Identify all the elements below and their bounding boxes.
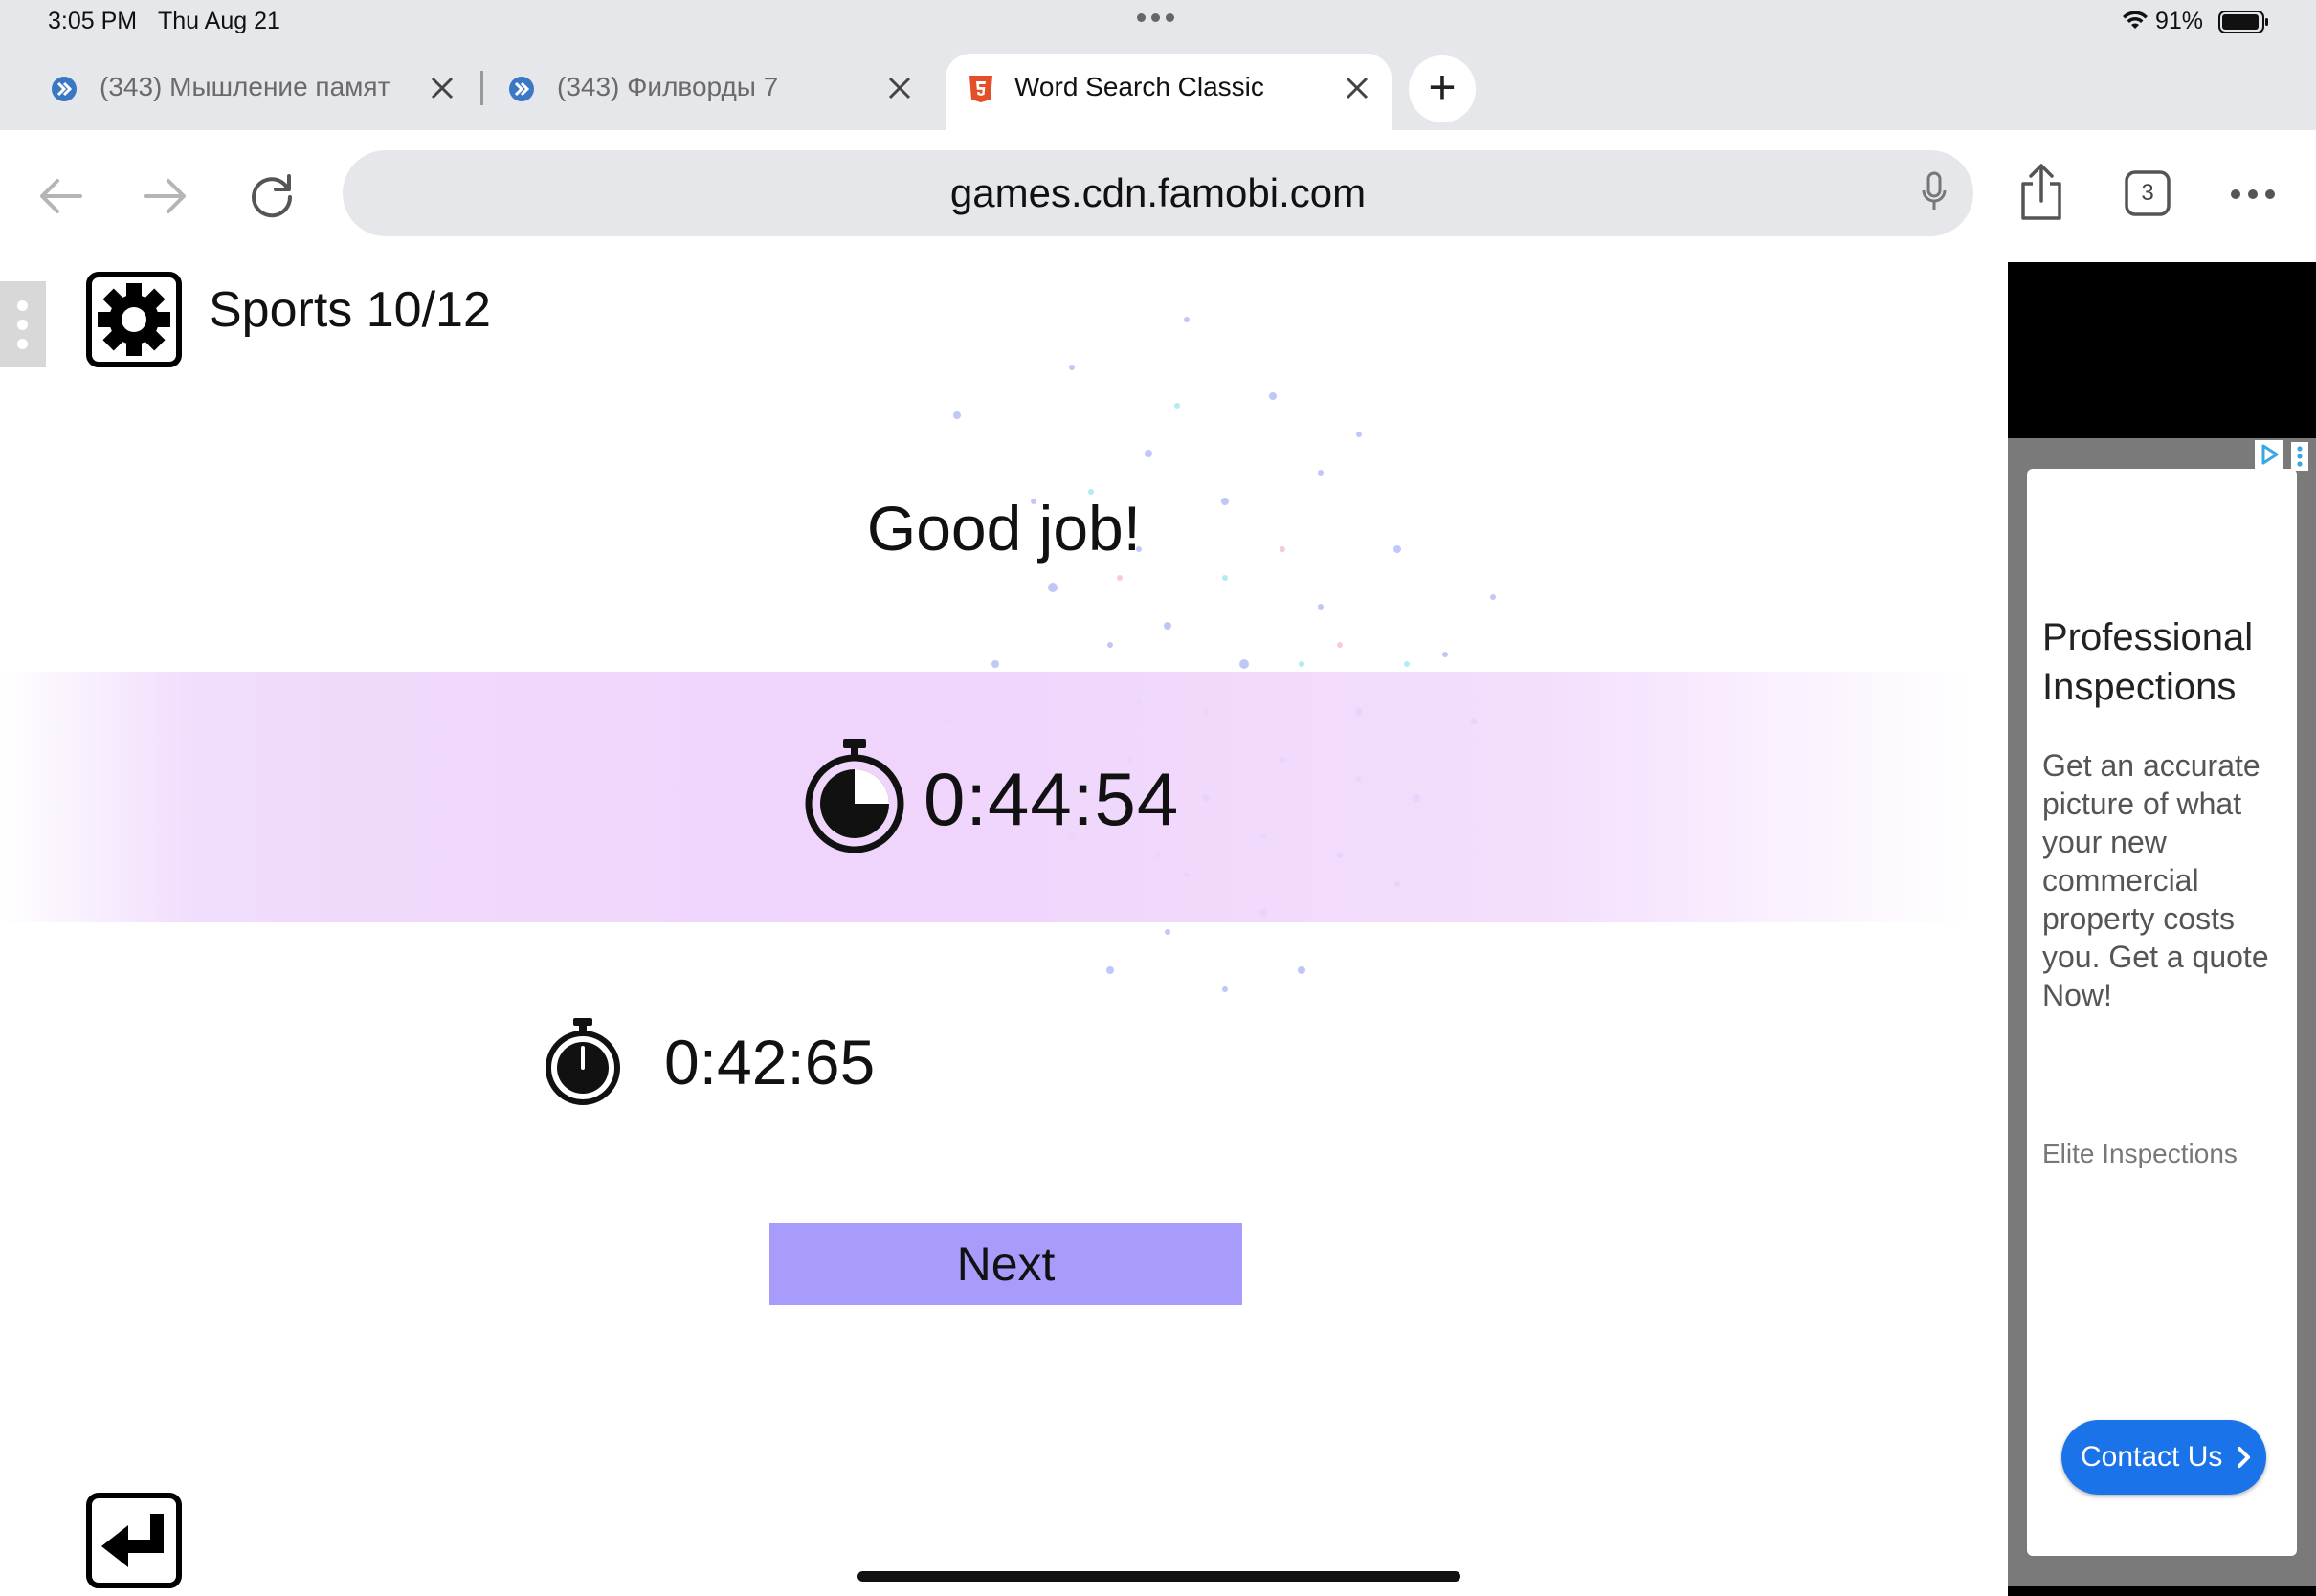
browser-tab-strip: 3:05 PM Thu Aug 21 91% (343) Мышление па… [0,0,2316,130]
level-title: Sports 10/12 [209,282,491,338]
contact-us-label: Contact Us [2081,1441,2223,1473]
close-tab-icon[interactable] [1340,71,1374,105]
stopwatch-icon [805,739,904,853]
microphone-icon[interactable] [1920,169,1949,217]
battery-percentage: 91% [2155,8,2204,34]
close-tab-icon[interactable] [425,71,459,105]
status-time: 3:05 PM [48,8,138,34]
plus-icon: + [1428,60,1457,114]
url-text: games.cdn.famobi.com [949,170,1367,215]
tab-count: 3 [2141,180,2154,206]
ad-advertiser-name: Elite Inspections [2042,1139,2238,1168]
site-favicon-icon [52,77,77,101]
html5-favicon-icon [969,76,992,102]
side-menu-handle[interactable] [0,281,46,367]
site-favicon-icon [509,77,534,101]
new-tab-button[interactable]: + [1409,55,1476,122]
more-options-icon[interactable] [2230,188,2276,201]
tab-divider [480,71,483,105]
back-return-icon[interactable] [86,1493,182,1588]
back-arrow-icon[interactable] [34,170,86,222]
settings-gear-icon[interactable] [86,272,182,367]
ad-body-text: Get an accurate picture of what your new… [2042,748,2269,1012]
tab-mishlenie[interactable]: (343) Мышление памят [50,54,461,130]
home-indicator[interactable] [857,1571,1460,1582]
success-message: Good job! [866,493,1142,564]
best-time-stopwatch-icon [546,1018,620,1105]
tab-overview-button[interactable]: 3 [2125,170,2171,216]
address-bar[interactable]: games.cdn.famobi.com [343,150,1973,236]
tab-label: (343) Мышление памят [100,72,390,101]
adchoices-icon[interactable] [2255,440,2283,469]
chevron-right-icon [2238,1447,2250,1468]
next-button[interactable]: Next [769,1223,1242,1305]
tab-label: (343) Филворды 7 [557,72,779,101]
share-icon[interactable] [2017,163,2065,222]
forward-arrow-icon[interactable] [140,170,191,222]
ad-bottom-edge [2008,1586,2316,1596]
wifi-icon [2123,11,2148,29]
current-time: 0:44:54 [924,757,1180,841]
tab-filvordy[interactable]: (343) Филворды 7 [507,54,919,130]
ad-menu-icon[interactable] [2291,442,2308,471]
status-date: Thu Aug 21 [158,8,280,34]
tab-label: Word Search Classic [1014,72,1264,101]
game-canvas: Sports 10/12 Good job! 0:44:54 0:42:65 N… [0,262,2008,1596]
ad-top-area [2008,262,2316,438]
contact-us-button[interactable]: Contact Us [2061,1420,2266,1495]
reload-icon[interactable] [245,168,299,222]
ad-card[interactable]: Professional Inspections Get an accurate… [2027,469,2297,1556]
close-tab-icon[interactable] [882,71,917,105]
ad-headline: Professional Inspections [2042,616,2254,708]
best-time: 0:42:65 [664,1027,876,1097]
multitasking-dots-icon[interactable] [1137,10,1181,25]
battery-icon [2218,11,2268,33]
tab-word-search-classic[interactable]: Word Search Classic [946,54,1392,130]
browser-toolbar: games.cdn.famobi.com 3 [0,130,2316,263]
